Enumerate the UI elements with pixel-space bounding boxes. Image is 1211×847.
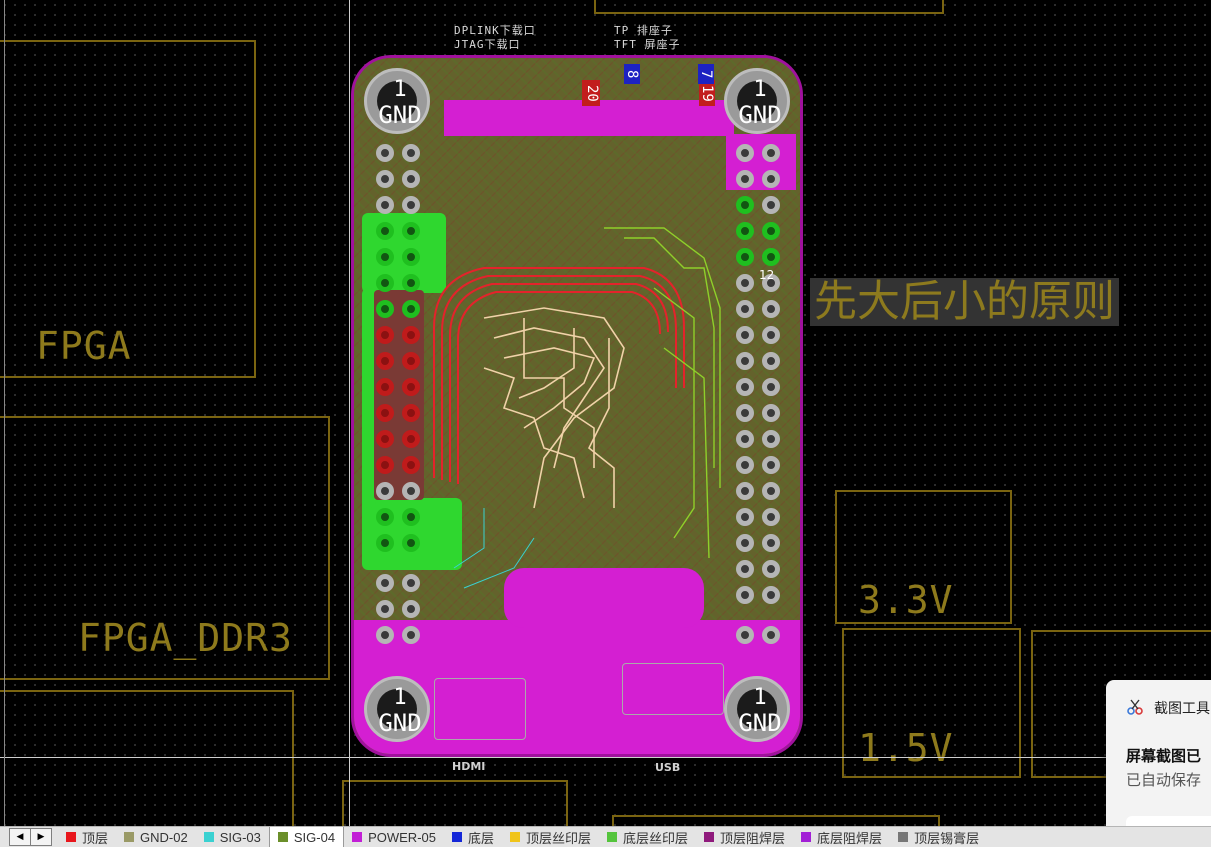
layer-nav-buttons: ◀ ▶ <box>9 828 52 846</box>
layer-tab-label: 顶层阻焊层 <box>720 830 786 846</box>
layer-tab[interactable]: POWER-05 <box>344 827 444 847</box>
pcb-canvas[interactable]: FPGA FPGA_DDR3 3.3V 1.5V DPLINK下载口 JTAG下… <box>0 0 1211 826</box>
fpga-label: FPGA <box>36 324 132 368</box>
layer-tab-label: SIG-04 <box>293 829 336 845</box>
layer-color-swatch <box>898 832 909 842</box>
layer-tab[interactable]: 顶层 <box>58 827 116 847</box>
layer-tab-label: GND-02 <box>140 829 188 845</box>
usb-connector <box>622 663 724 715</box>
layer-color-swatch <box>451 832 462 842</box>
region-bottom-mid[interactable] <box>342 780 568 826</box>
hdmi-connector <box>434 678 526 740</box>
layer-color-swatch <box>704 832 715 842</box>
tft-label: TFT 屏座子 <box>614 38 681 51</box>
layer-color-swatch <box>510 832 520 842</box>
layer-color-swatch <box>352 832 363 842</box>
layer-tab-label: 顶层锡膏层 <box>914 830 980 846</box>
layer-color-swatch <box>801 832 812 842</box>
layer-tab[interactable]: 顶层阻焊层 <box>696 827 793 847</box>
usb-label: USB <box>655 761 681 774</box>
layer-tab-label: 底层阻焊层 <box>817 830 883 846</box>
hdmi-label: HDMI <box>452 760 486 773</box>
mount-hole-top-right[interactable]: 1 GND <box>724 68 790 134</box>
fpga-ddr3-label: FPGA_DDR3 <box>78 616 293 660</box>
mount-hole-bottom-left[interactable]: 1 GND <box>364 676 430 742</box>
notification-title: 屏幕截图已 <box>1126 747 1202 765</box>
fpga-bga-routing <box>433 227 721 589</box>
cursor-vline <box>349 0 350 826</box>
layer-tab[interactable]: 底层 <box>444 827 502 847</box>
cursor-hline <box>0 757 1211 758</box>
layer-tab[interactable]: GND-02 <box>116 827 196 847</box>
layer-tab[interactable]: 顶层丝印层 <box>502 827 599 847</box>
layer-tab-label: POWER-05 <box>368 829 436 845</box>
snip-notification[interactable]: 截图工具 屏幕截图已 已自动保存 <box>1106 680 1211 826</box>
layer-tab[interactable]: 顶层锡膏层 <box>890 827 987 847</box>
v33-label: 3.3V <box>858 578 954 622</box>
chip-8: 8 <box>624 64 640 84</box>
layer-tab-bar: ◀ ▶ 顶层 GND-02 SIG-03 SIG-04 POWER-05 底层 顶层丝印层 底… <box>0 826 1211 847</box>
jtag-label: JTAG下载口 <box>454 38 521 51</box>
mount-hole-bottom-right[interactable]: 1 GND <box>724 676 790 742</box>
chip-7: 7 <box>698 64 714 84</box>
layer-color-swatch <box>277 832 288 842</box>
region-bottom-mid2[interactable] <box>612 815 940 826</box>
notification-body: 已自动保存 <box>1126 771 1202 789</box>
left-edge-line <box>4 0 5 826</box>
mount-hole-top-left[interactable]: 1 GND <box>364 68 430 134</box>
layer-tab-label: SIG-03 <box>219 829 261 845</box>
notification-app-name: 截图工具 <box>1154 701 1210 717</box>
region-bottom-left[interactable] <box>0 690 294 826</box>
snipping-tool-icon <box>1127 699 1143 715</box>
v15-label: 1.5V <box>858 726 954 770</box>
layer-color-swatch <box>607 832 618 842</box>
layer-tab[interactable]: SIG-03 <box>196 827 269 847</box>
next-layer-button[interactable]: ▶ <box>31 829 51 845</box>
chip-20: 20 <box>582 80 600 106</box>
layer-tab-label: 底层 <box>467 830 494 846</box>
layer-tab-label: 顶层 <box>82 830 109 846</box>
notification-action-area[interactable] <box>1126 816 1211 826</box>
layer-color-swatch <box>124 832 135 842</box>
layer-tab[interactable]: SIG-04 <box>268 827 345 847</box>
layer-tab-label: 底层丝印层 <box>623 830 689 846</box>
design-annotation: 先大后小的原则 <box>810 278 1119 326</box>
layer-tab[interactable]: 底层丝印层 <box>599 827 696 847</box>
layer-tabs: 顶层 GND-02 SIG-03 SIG-04 POWER-05 底层 顶层丝印层 底层丝印层… <box>58 827 987 847</box>
pin-12-label: 12 <box>759 268 775 282</box>
prev-layer-button[interactable]: ◀ <box>10 829 31 845</box>
layer-tab-label: 顶层丝印层 <box>526 830 592 846</box>
region-top-right[interactable] <box>594 0 944 14</box>
layer-tab[interactable]: 底层阻焊层 <box>793 827 890 847</box>
pcb-board[interactable]: 20 8 19 7 12 1 GND 1 GND 1 GND 1 GND <box>351 55 803 757</box>
layer-color-swatch <box>66 832 76 842</box>
layer-color-swatch <box>203 832 214 842</box>
